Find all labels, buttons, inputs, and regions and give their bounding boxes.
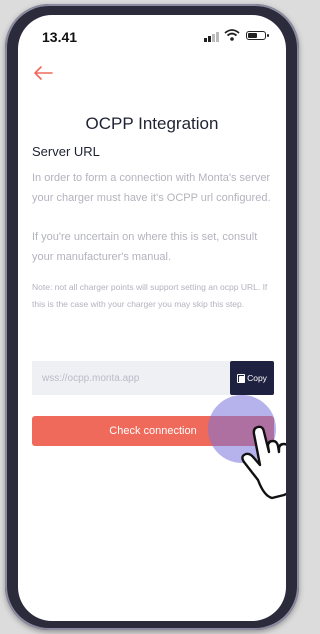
- signal-icon: [204, 32, 219, 42]
- status-time: 13.41: [42, 29, 78, 45]
- copy-button-label: Copy: [247, 373, 267, 383]
- manual-paragraph: If you're uncertain on where this is set…: [32, 231, 258, 263]
- battery-icon: [246, 31, 269, 40]
- server-url-row: Copy: [32, 361, 274, 395]
- arrow-left-icon[interactable]: [32, 65, 54, 81]
- hand-pointer-icon: [241, 425, 286, 500]
- copy-icon: [237, 373, 246, 383]
- app-screen: 13.41 OCPP Integration Server URL In ord…: [18, 15, 286, 621]
- phone-frame: 13.41 OCPP Integration Server URL In ord…: [5, 4, 299, 630]
- note-paragraph: Note: not all charger points will suppor…: [32, 282, 268, 309]
- server-url-field[interactable]: [32, 361, 230, 395]
- page-title: OCPP Integration: [85, 114, 219, 133]
- status-bar: 13.41: [18, 15, 286, 55]
- info-paragraph: In order to form a connection with Monta…: [32, 172, 271, 204]
- section-title: Server URL: [32, 144, 100, 159]
- copy-button[interactable]: Copy: [230, 361, 274, 395]
- wifi-icon: [224, 29, 240, 41]
